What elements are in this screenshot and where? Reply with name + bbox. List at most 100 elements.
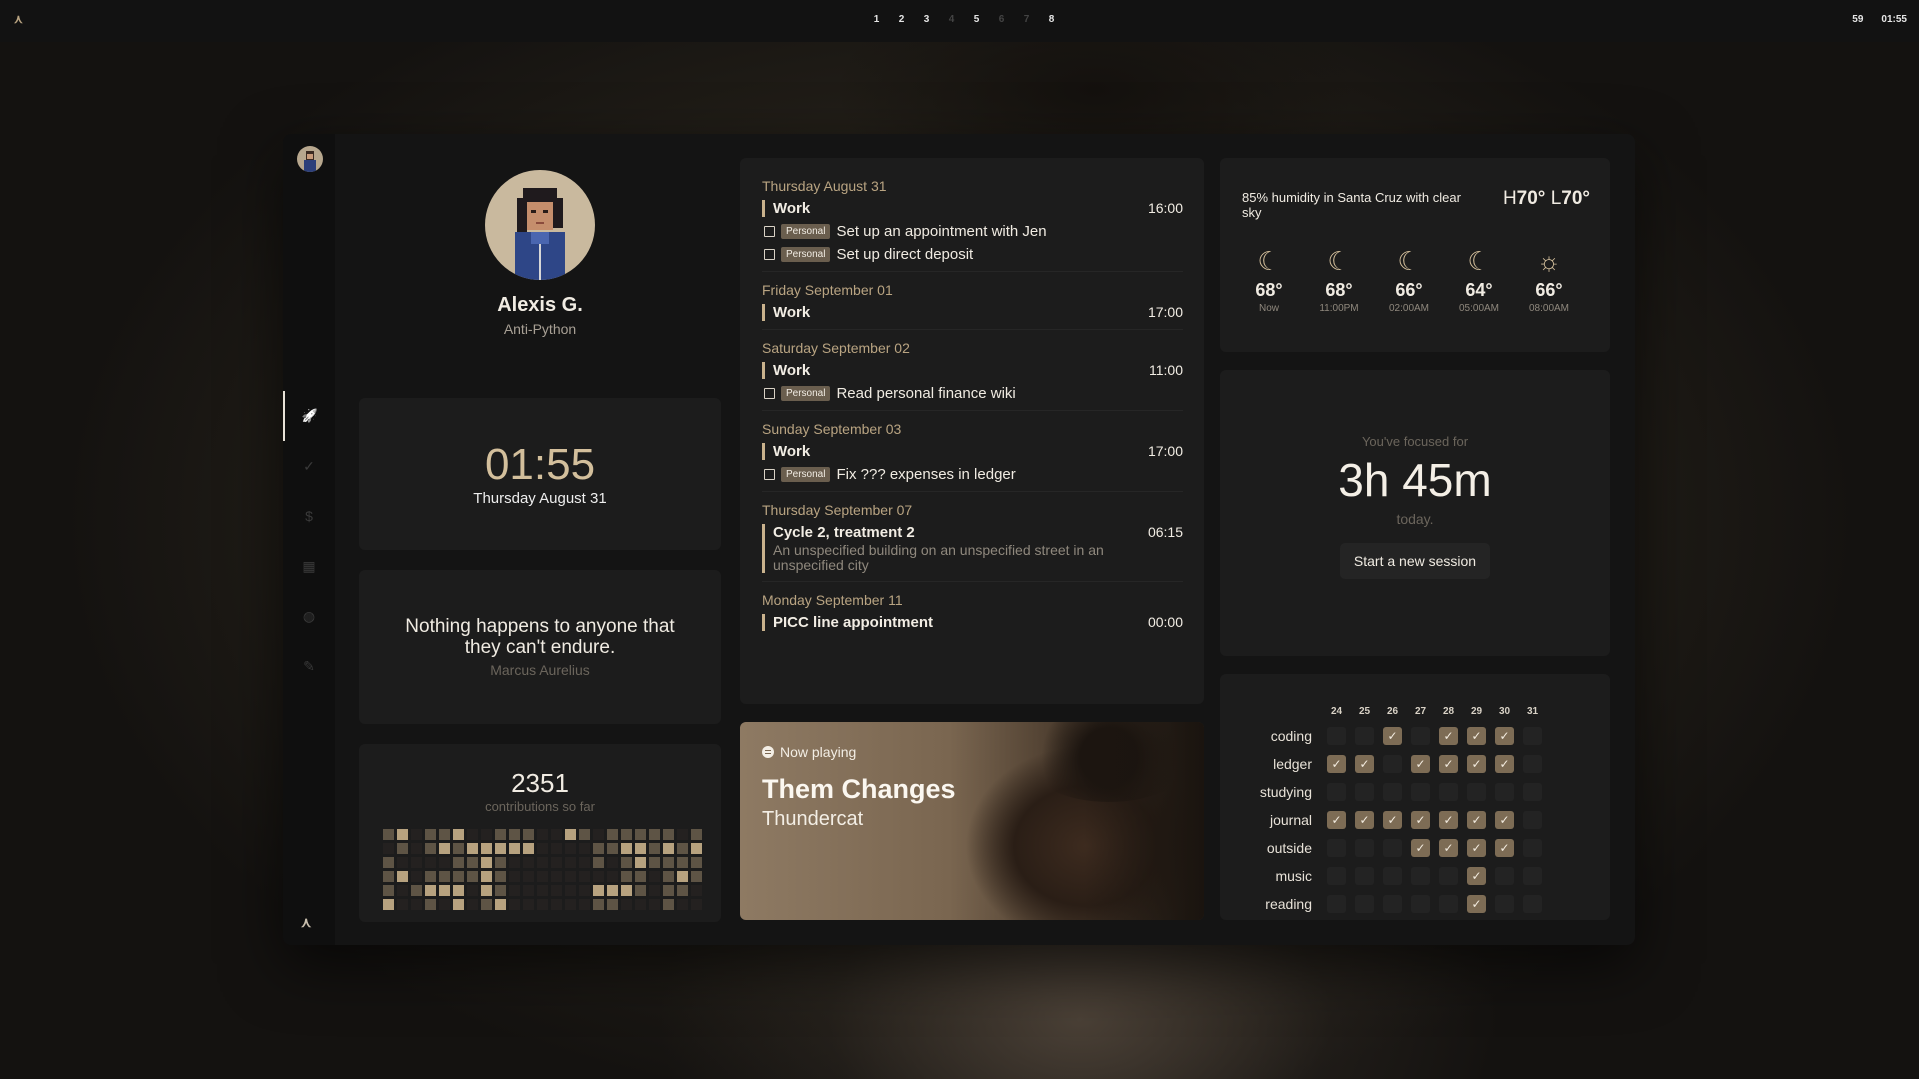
start-session-button[interactable]: Start a new session — [1339, 543, 1491, 579]
agenda-event[interactable]: Work 17:00 — [762, 443, 1183, 460]
habit-check-off[interactable] — [1383, 895, 1402, 913]
habit-check-off[interactable] — [1439, 783, 1458, 801]
distro-logo-icon[interactable]: ⋏ — [14, 12, 28, 26]
agenda-event[interactable]: Work 17:00 — [762, 304, 1183, 321]
habit-check-on[interactable]: ✓ — [1383, 727, 1402, 745]
event-title: PICC line appointment — [773, 614, 934, 631]
globe-icon: ◍ — [302, 607, 316, 624]
workspace-8[interactable]: 8 — [1039, 14, 1064, 25]
habit-check-off[interactable] — [1327, 867, 1346, 885]
album-art-shade — [1084, 722, 1204, 920]
contribution-cell — [649, 871, 660, 882]
habit-check-off[interactable] — [1467, 783, 1486, 801]
habit-check-on[interactable]: ✓ — [1327, 811, 1346, 829]
quote-card: Nothing happens to anyone that they can'… — [359, 570, 721, 724]
habit-check-off[interactable] — [1495, 783, 1514, 801]
habit-check-on[interactable]: ✓ — [1411, 755, 1430, 773]
habit-check-off[interactable] — [1495, 895, 1514, 913]
contribution-cell — [481, 843, 492, 854]
habit-check-off[interactable] — [1327, 839, 1346, 857]
habit-check-off[interactable] — [1355, 783, 1374, 801]
sidebar-item-rocket[interactable]: 🚀 — [283, 391, 335, 441]
tray-clock[interactable]: 01:55 — [1881, 14, 1907, 25]
workspace-2[interactable]: 2 — [889, 14, 914, 25]
habit-check-on[interactable]: ✓ — [1467, 895, 1486, 913]
sidebar-item-calendar[interactable]: ▦ — [283, 541, 335, 591]
sidebar-item-wrench[interactable]: ✎ — [283, 641, 335, 691]
habit-check-on[interactable]: ✓ — [1467, 755, 1486, 773]
sidebar-logo-icon[interactable]: ⋏ — [301, 914, 311, 931]
task-checkbox[interactable] — [764, 249, 775, 260]
habit-check-off[interactable] — [1411, 867, 1430, 885]
agenda-event[interactable]: Work 16:00 — [762, 200, 1183, 217]
workspace-6[interactable]: 6 — [989, 14, 1014, 25]
habit-check-off[interactable] — [1411, 895, 1430, 913]
habit-check-off[interactable] — [1523, 895, 1542, 913]
sidebar-item-globe[interactable]: ◍ — [283, 591, 335, 641]
contribution-cell — [649, 829, 660, 840]
habit-check-off[interactable] — [1327, 727, 1346, 745]
agenda-event[interactable]: PICC line appointment 00:00 — [762, 614, 1183, 631]
habit-check-off[interactable] — [1439, 867, 1458, 885]
habit-check-off[interactable] — [1411, 783, 1430, 801]
habit-check-on[interactable]: ✓ — [1411, 811, 1430, 829]
sidebar-item-check[interactable]: ✓ — [283, 441, 335, 491]
habit-check-off[interactable] — [1327, 895, 1346, 913]
habit-check-off[interactable] — [1523, 839, 1542, 857]
habit-check-off[interactable] — [1327, 783, 1346, 801]
habit-check-on[interactable]: ✓ — [1467, 811, 1486, 829]
habit-check-off[interactable] — [1523, 755, 1542, 773]
habit-check-on[interactable]: ✓ — [1495, 839, 1514, 857]
contribution-cell — [551, 871, 562, 882]
task-checkbox[interactable] — [764, 226, 775, 237]
habit-check-on[interactable]: ✓ — [1467, 727, 1486, 745]
volume-level[interactable]: 59 — [1852, 14, 1863, 25]
habit-check-off[interactable] — [1439, 895, 1458, 913]
now-playing-card[interactable]: Now playing Them Changes Thundercat — [740, 722, 1204, 920]
habit-check-off[interactable] — [1523, 783, 1542, 801]
habit-check-on[interactable]: ✓ — [1439, 755, 1458, 773]
habit-check-on[interactable]: ✓ — [1411, 839, 1430, 857]
habit-check-on[interactable]: ✓ — [1327, 755, 1346, 773]
habit-check-off[interactable] — [1411, 727, 1430, 745]
agenda-event[interactable]: Work 11:00 — [762, 362, 1183, 379]
workspace-1[interactable]: 1 — [864, 14, 889, 25]
workspace-7[interactable]: 7 — [1014, 14, 1039, 25]
habit-check-off[interactable] — [1383, 867, 1402, 885]
habit-check-off[interactable] — [1383, 755, 1402, 773]
task-checkbox[interactable] — [764, 469, 775, 480]
habit-check-off[interactable] — [1523, 727, 1542, 745]
habit-check-off[interactable] — [1495, 867, 1514, 885]
workspace-3[interactable]: 3 — [914, 14, 939, 25]
sidebar-avatar[interactable] — [297, 146, 323, 172]
contribution-cell — [509, 829, 520, 840]
agenda-divider — [762, 491, 1183, 492]
habit-check-on[interactable]: ✓ — [1439, 811, 1458, 829]
habit-check-off[interactable] — [1355, 895, 1374, 913]
habit-check-on[interactable]: ✓ — [1355, 755, 1374, 773]
habit-check-on[interactable]: ✓ — [1495, 727, 1514, 745]
habit-check-off[interactable] — [1355, 727, 1374, 745]
habit-check-off[interactable] — [1523, 867, 1542, 885]
habit-row: journal ✓ ✓ ✓ ✓ ✓ ✓ ✓ — [1251, 811, 1542, 829]
habit-check-on[interactable]: ✓ — [1439, 727, 1458, 745]
workspace-5[interactable]: 5 — [964, 14, 989, 25]
agenda-event[interactable]: Cycle 2, treatment 2 An unspecified build… — [762, 524, 1183, 573]
habit-check-on[interactable]: ✓ — [1355, 811, 1374, 829]
habit-check-on[interactable]: ✓ — [1383, 811, 1402, 829]
habit-check-on[interactable]: ✓ — [1495, 811, 1514, 829]
habit-check-on[interactable]: ✓ — [1467, 839, 1486, 857]
habit-check-off[interactable] — [1383, 839, 1402, 857]
habit-check-off[interactable] — [1383, 783, 1402, 801]
habit-check-off[interactable] — [1523, 811, 1542, 829]
habit-check-on[interactable]: ✓ — [1495, 755, 1514, 773]
task-checkbox[interactable] — [764, 388, 775, 399]
habit-check-off[interactable] — [1355, 839, 1374, 857]
habit-check-off[interactable] — [1355, 867, 1374, 885]
sidebar-item-dollar[interactable]: $ — [283, 491, 335, 541]
habit-check-on[interactable]: ✓ — [1467, 867, 1486, 885]
habit-day-header: 26 — [1386, 706, 1399, 717]
habit-check-on[interactable]: ✓ — [1439, 839, 1458, 857]
contribution-cell — [439, 899, 450, 910]
workspace-4[interactable]: 4 — [939, 14, 964, 25]
